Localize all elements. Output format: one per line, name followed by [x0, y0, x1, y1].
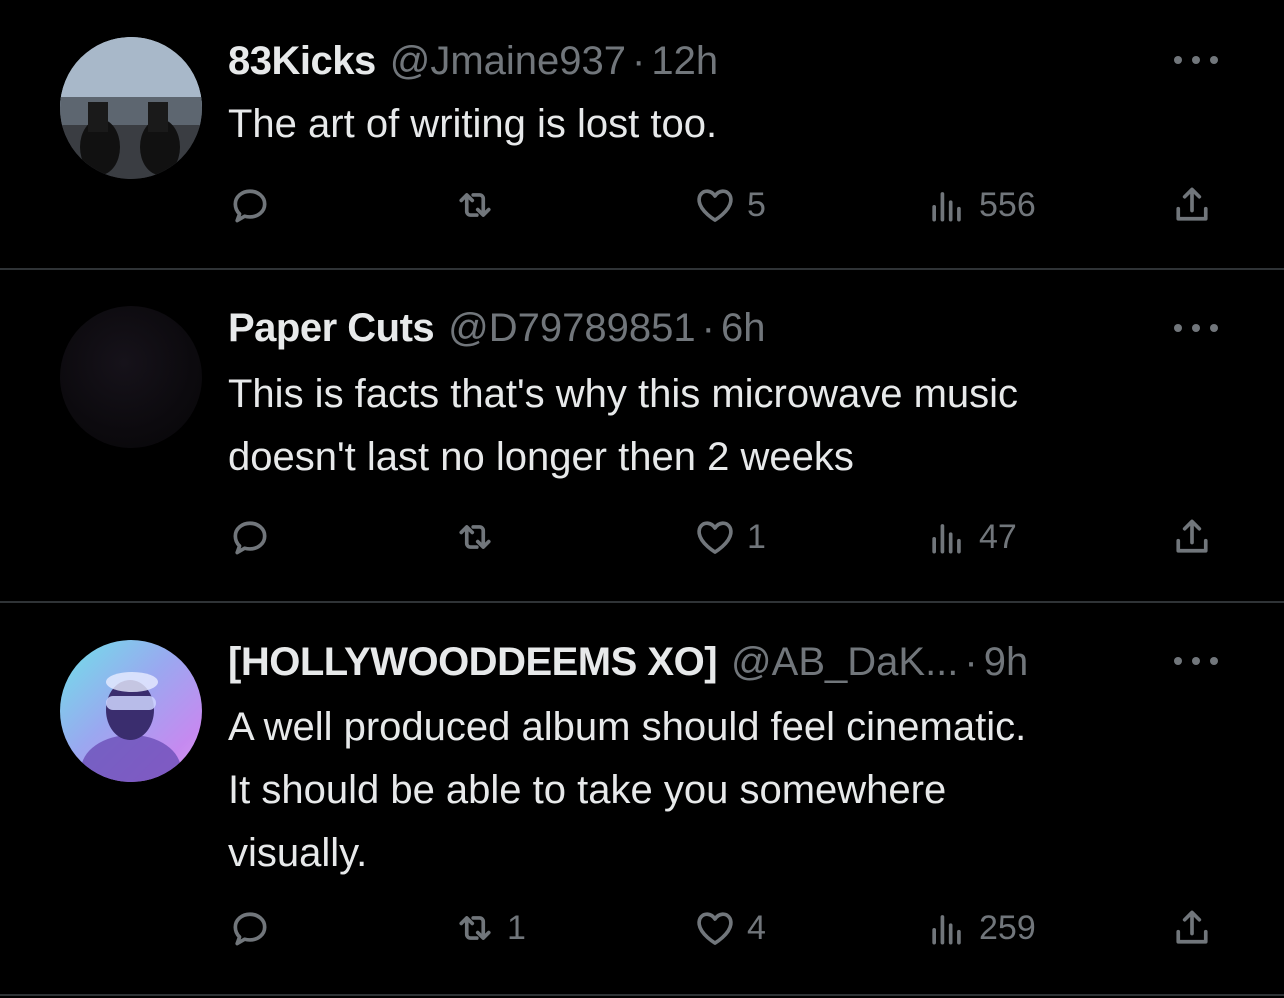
- username-handle[interactable]: @Jmaine937: [390, 36, 626, 86]
- share-icon: [1176, 519, 1208, 553]
- username-handle[interactable]: @AB_DaK...: [731, 637, 958, 687]
- share-button[interactable]: [1170, 515, 1214, 559]
- more-icon[interactable]: [1174, 54, 1218, 66]
- display-name[interactable]: 83Kicks: [228, 36, 376, 86]
- timestamp[interactable]: 12h: [651, 36, 718, 86]
- avatar[interactable]: [60, 37, 202, 179]
- tweet-header: [HOLLYWOODDEEMS XO] @AB_DaK... · 9h: [228, 637, 1224, 687]
- views-button[interactable]: 47: [925, 515, 1017, 559]
- username-handle[interactable]: @D79789851: [448, 303, 695, 353]
- views-button[interactable]: 556: [925, 183, 1036, 227]
- like-count: 4: [747, 908, 766, 947]
- heart-icon: [697, 189, 733, 222]
- views-count: 47: [979, 517, 1017, 556]
- views-icon: [932, 192, 961, 222]
- reply-button[interactable]: [228, 515, 282, 559]
- separator-dot: ·: [964, 640, 978, 684]
- more-icon[interactable]: [1174, 655, 1218, 667]
- tweet-header: Paper Cuts @D79789851 · 6h: [228, 303, 1224, 353]
- tweet-actions: 1 4 259: [228, 906, 1228, 950]
- retweet-icon: [459, 525, 491, 549]
- heart-icon: [697, 912, 733, 945]
- retweet-button[interactable]: [453, 515, 507, 559]
- like-count: 5: [747, 185, 766, 224]
- reply-icon: [233, 189, 267, 223]
- retweet-count: 1: [507, 908, 526, 947]
- like-button[interactable]: 4: [693, 906, 766, 950]
- views-count: 556: [979, 185, 1036, 224]
- separator-dot: ·: [701, 306, 715, 350]
- timestamp[interactable]: 9h: [984, 637, 1029, 687]
- retweet-icon: [459, 916, 491, 940]
- reply-icon: [233, 912, 267, 946]
- tweet-actions: 5 556: [228, 183, 1228, 227]
- more-icon[interactable]: [1174, 322, 1218, 334]
- tweet[interactable]: Paper Cuts @D79789851 · 6h This is facts…: [0, 270, 1284, 603]
- like-count: 1: [747, 517, 766, 556]
- tweet-text: The art of writing is lost too.: [228, 102, 718, 146]
- views-count: 259: [979, 908, 1036, 947]
- retweet-icon: [459, 193, 491, 217]
- tweet-text: A well produced album should feel cinema…: [228, 705, 1027, 875]
- separator-dot: ·: [632, 39, 646, 83]
- views-icon: [932, 915, 961, 945]
- tweet[interactable]: [HOLLYWOODDEEMS XO] @AB_DaK... · 9h A we…: [0, 603, 1284, 996]
- display-name[interactable]: Paper Cuts: [228, 303, 435, 353]
- views-button[interactable]: 259: [925, 906, 1036, 950]
- retweet-button[interactable]: 1: [453, 906, 526, 950]
- reply-button[interactable]: [228, 183, 282, 227]
- timestamp[interactable]: 6h: [721, 303, 766, 353]
- views-icon: [932, 524, 961, 554]
- tweet-header: 83Kicks @Jmaine937 · 12h: [228, 36, 1224, 86]
- reply-icon: [233, 521, 267, 555]
- tweet-actions: 1 47: [228, 515, 1228, 559]
- display-name[interactable]: [HOLLYWOODDEEMS XO]: [228, 637, 718, 687]
- share-button[interactable]: [1170, 906, 1214, 950]
- heart-icon: [697, 521, 733, 554]
- avatar[interactable]: [60, 306, 202, 448]
- like-button[interactable]: 1: [693, 515, 766, 559]
- retweet-button[interactable]: [453, 183, 507, 227]
- avatar[interactable]: [60, 640, 202, 782]
- like-button[interactable]: 5: [693, 183, 766, 227]
- share-icon: [1176, 187, 1208, 221]
- tweet[interactable]: 83Kicks @Jmaine937 · 12h The art of writ…: [0, 0, 1284, 270]
- share-button[interactable]: [1170, 183, 1214, 227]
- reply-button[interactable]: [228, 906, 282, 950]
- share-icon: [1176, 910, 1208, 944]
- tweet-text: This is facts that's why this microwave …: [228, 372, 1019, 479]
